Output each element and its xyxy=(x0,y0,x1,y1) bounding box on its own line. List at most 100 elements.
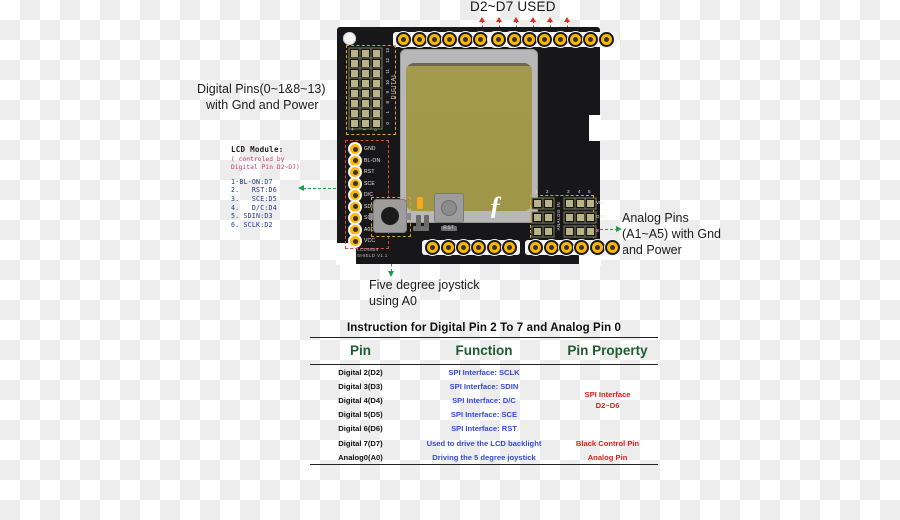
header-pin[interactable] xyxy=(576,242,588,253)
header-pin[interactable] xyxy=(585,34,597,45)
lcd-pin[interactable] xyxy=(350,144,360,154)
matrix-pad[interactable] xyxy=(373,90,380,97)
analog-pad[interactable] xyxy=(577,200,584,207)
digital-header-top-right[interactable] xyxy=(488,32,617,47)
lcd-pin[interactable] xyxy=(350,155,360,166)
analog-pad[interactable] xyxy=(534,200,541,207)
table-row: Digital 7(D7) Used to drive the LCD back… xyxy=(310,436,658,450)
matrix-pad[interactable] xyxy=(362,70,369,77)
header-pin[interactable] xyxy=(459,34,471,45)
analog-pad[interactable] xyxy=(587,214,594,221)
reset-button-knob[interactable] xyxy=(441,200,457,216)
lcd-pin[interactable] xyxy=(350,213,360,223)
matrix-pad[interactable] xyxy=(373,60,380,67)
header-pin[interactable] xyxy=(398,34,410,45)
header-pin[interactable] xyxy=(504,242,516,253)
annotation-analog-pins-line2: (A1~A5) with Gnd xyxy=(622,227,722,241)
header-pin[interactable] xyxy=(591,242,603,253)
power-header-bottom-left[interactable] xyxy=(422,240,521,255)
digital-pin-matrix[interactable]: 13 12 11 10 9 8 1 0 + – ⌂ xyxy=(346,45,396,135)
annotation-analog-pins: Analog Pins (A1~A5) with Gnd and Power xyxy=(622,210,742,258)
matrix-pad[interactable] xyxy=(351,110,358,117)
lcd-pin[interactable] xyxy=(350,224,360,235)
matrix-pad[interactable] xyxy=(351,100,358,107)
analog-pad[interactable] xyxy=(566,214,573,221)
matrix-pad[interactable] xyxy=(373,110,380,117)
matrix-pad[interactable] xyxy=(351,70,358,77)
analog-pad[interactable] xyxy=(545,228,552,235)
matrix-pad[interactable] xyxy=(351,60,358,67)
matrix-pad[interactable] xyxy=(362,60,369,67)
lcd-pin[interactable] xyxy=(350,190,360,200)
analog-pin-matrix[interactable]: 1 2 3 4 5 ANALOG IN VDC GND S xyxy=(530,189,606,243)
matrix-pad[interactable] xyxy=(362,110,369,117)
header-pin[interactable] xyxy=(428,34,440,45)
analog-pad[interactable] xyxy=(545,214,552,221)
header-pin[interactable] xyxy=(560,242,572,253)
header-pin[interactable] xyxy=(530,242,542,253)
matrix-pad[interactable] xyxy=(373,120,380,127)
matrix-pad[interactable] xyxy=(373,50,380,57)
header-pin[interactable] xyxy=(570,34,582,45)
analog-pad[interactable] xyxy=(587,200,594,207)
lcd-note-pin-1: 2. RST:D6 xyxy=(231,186,277,195)
five-degree-joystick[interactable] xyxy=(369,199,411,233)
matrix-pad[interactable] xyxy=(351,50,358,57)
cell-pin: Digital 5(D5) xyxy=(338,410,383,420)
cell-pin: Digital 4(D4) xyxy=(338,395,383,405)
lcd-pin[interactable] xyxy=(350,167,360,177)
red-arrowhead-1 xyxy=(479,17,485,22)
header-pin[interactable] xyxy=(554,34,566,45)
header-pin[interactable] xyxy=(444,34,456,45)
green-arrowhead-lcd-module xyxy=(298,184,304,191)
matrix-pad[interactable] xyxy=(373,70,380,77)
matrix-pad[interactable] xyxy=(351,80,358,87)
matrix-pad[interactable] xyxy=(373,100,380,107)
annotation-analog-pins-line3: and Power xyxy=(622,243,682,257)
header-pin[interactable] xyxy=(488,242,500,253)
header-pin[interactable] xyxy=(427,242,439,253)
analog-pad[interactable] xyxy=(545,200,552,207)
analog-pad[interactable] xyxy=(577,214,584,221)
analog-silk-text: ANALOG IN xyxy=(556,202,561,231)
analog-pad[interactable] xyxy=(534,214,541,221)
lcd-pin[interactable] xyxy=(350,178,360,189)
header-pin[interactable] xyxy=(607,242,619,253)
reset-button[interactable] xyxy=(434,193,464,223)
analog-pad[interactable] xyxy=(577,228,584,235)
matrix-pad[interactable] xyxy=(362,50,369,57)
analog-pad[interactable] xyxy=(566,228,573,235)
matrix-pad[interactable] xyxy=(351,90,358,97)
analog-pad[interactable] xyxy=(587,228,594,235)
lcd-pin[interactable] xyxy=(350,201,360,212)
analog-row-label: S xyxy=(596,228,600,233)
analog-pad[interactable] xyxy=(534,228,541,235)
header-pin[interactable] xyxy=(508,34,520,45)
analog-pad[interactable] xyxy=(566,200,573,207)
matrix-pad[interactable] xyxy=(373,80,380,87)
lcd-pin[interactable] xyxy=(350,236,360,246)
cell-function: Used to drive the LCD backlight xyxy=(426,438,542,448)
joystick-knob[interactable] xyxy=(381,207,399,225)
header-pin[interactable] xyxy=(457,242,469,253)
matrix-pad[interactable] xyxy=(351,120,358,127)
header-pin[interactable] xyxy=(473,242,485,253)
annotation-lcd-module: LCD Module: ( controled by Digital Pin D… xyxy=(231,145,300,229)
header-pin[interactable] xyxy=(600,34,612,45)
header-pin[interactable] xyxy=(493,34,505,45)
header-pin[interactable] xyxy=(539,34,551,45)
header-pin[interactable] xyxy=(475,34,487,45)
property-spi-line2: D2~D6 xyxy=(595,401,620,411)
red-arrowhead-4 xyxy=(530,17,536,22)
matrix-pad[interactable] xyxy=(362,80,369,87)
header-pin[interactable] xyxy=(523,34,535,45)
analog-header-bottom-right[interactable] xyxy=(525,240,624,255)
matrix-pad[interactable] xyxy=(362,90,369,97)
header-pin[interactable] xyxy=(442,242,454,253)
matrix-pad[interactable] xyxy=(362,120,369,127)
header-pin[interactable] xyxy=(545,242,557,253)
table-row: Analog0(A0) Driving the 5 degree joystic… xyxy=(310,450,658,466)
header-pin[interactable] xyxy=(413,34,425,45)
capacitor xyxy=(424,215,429,228)
matrix-pad[interactable] xyxy=(362,100,369,107)
